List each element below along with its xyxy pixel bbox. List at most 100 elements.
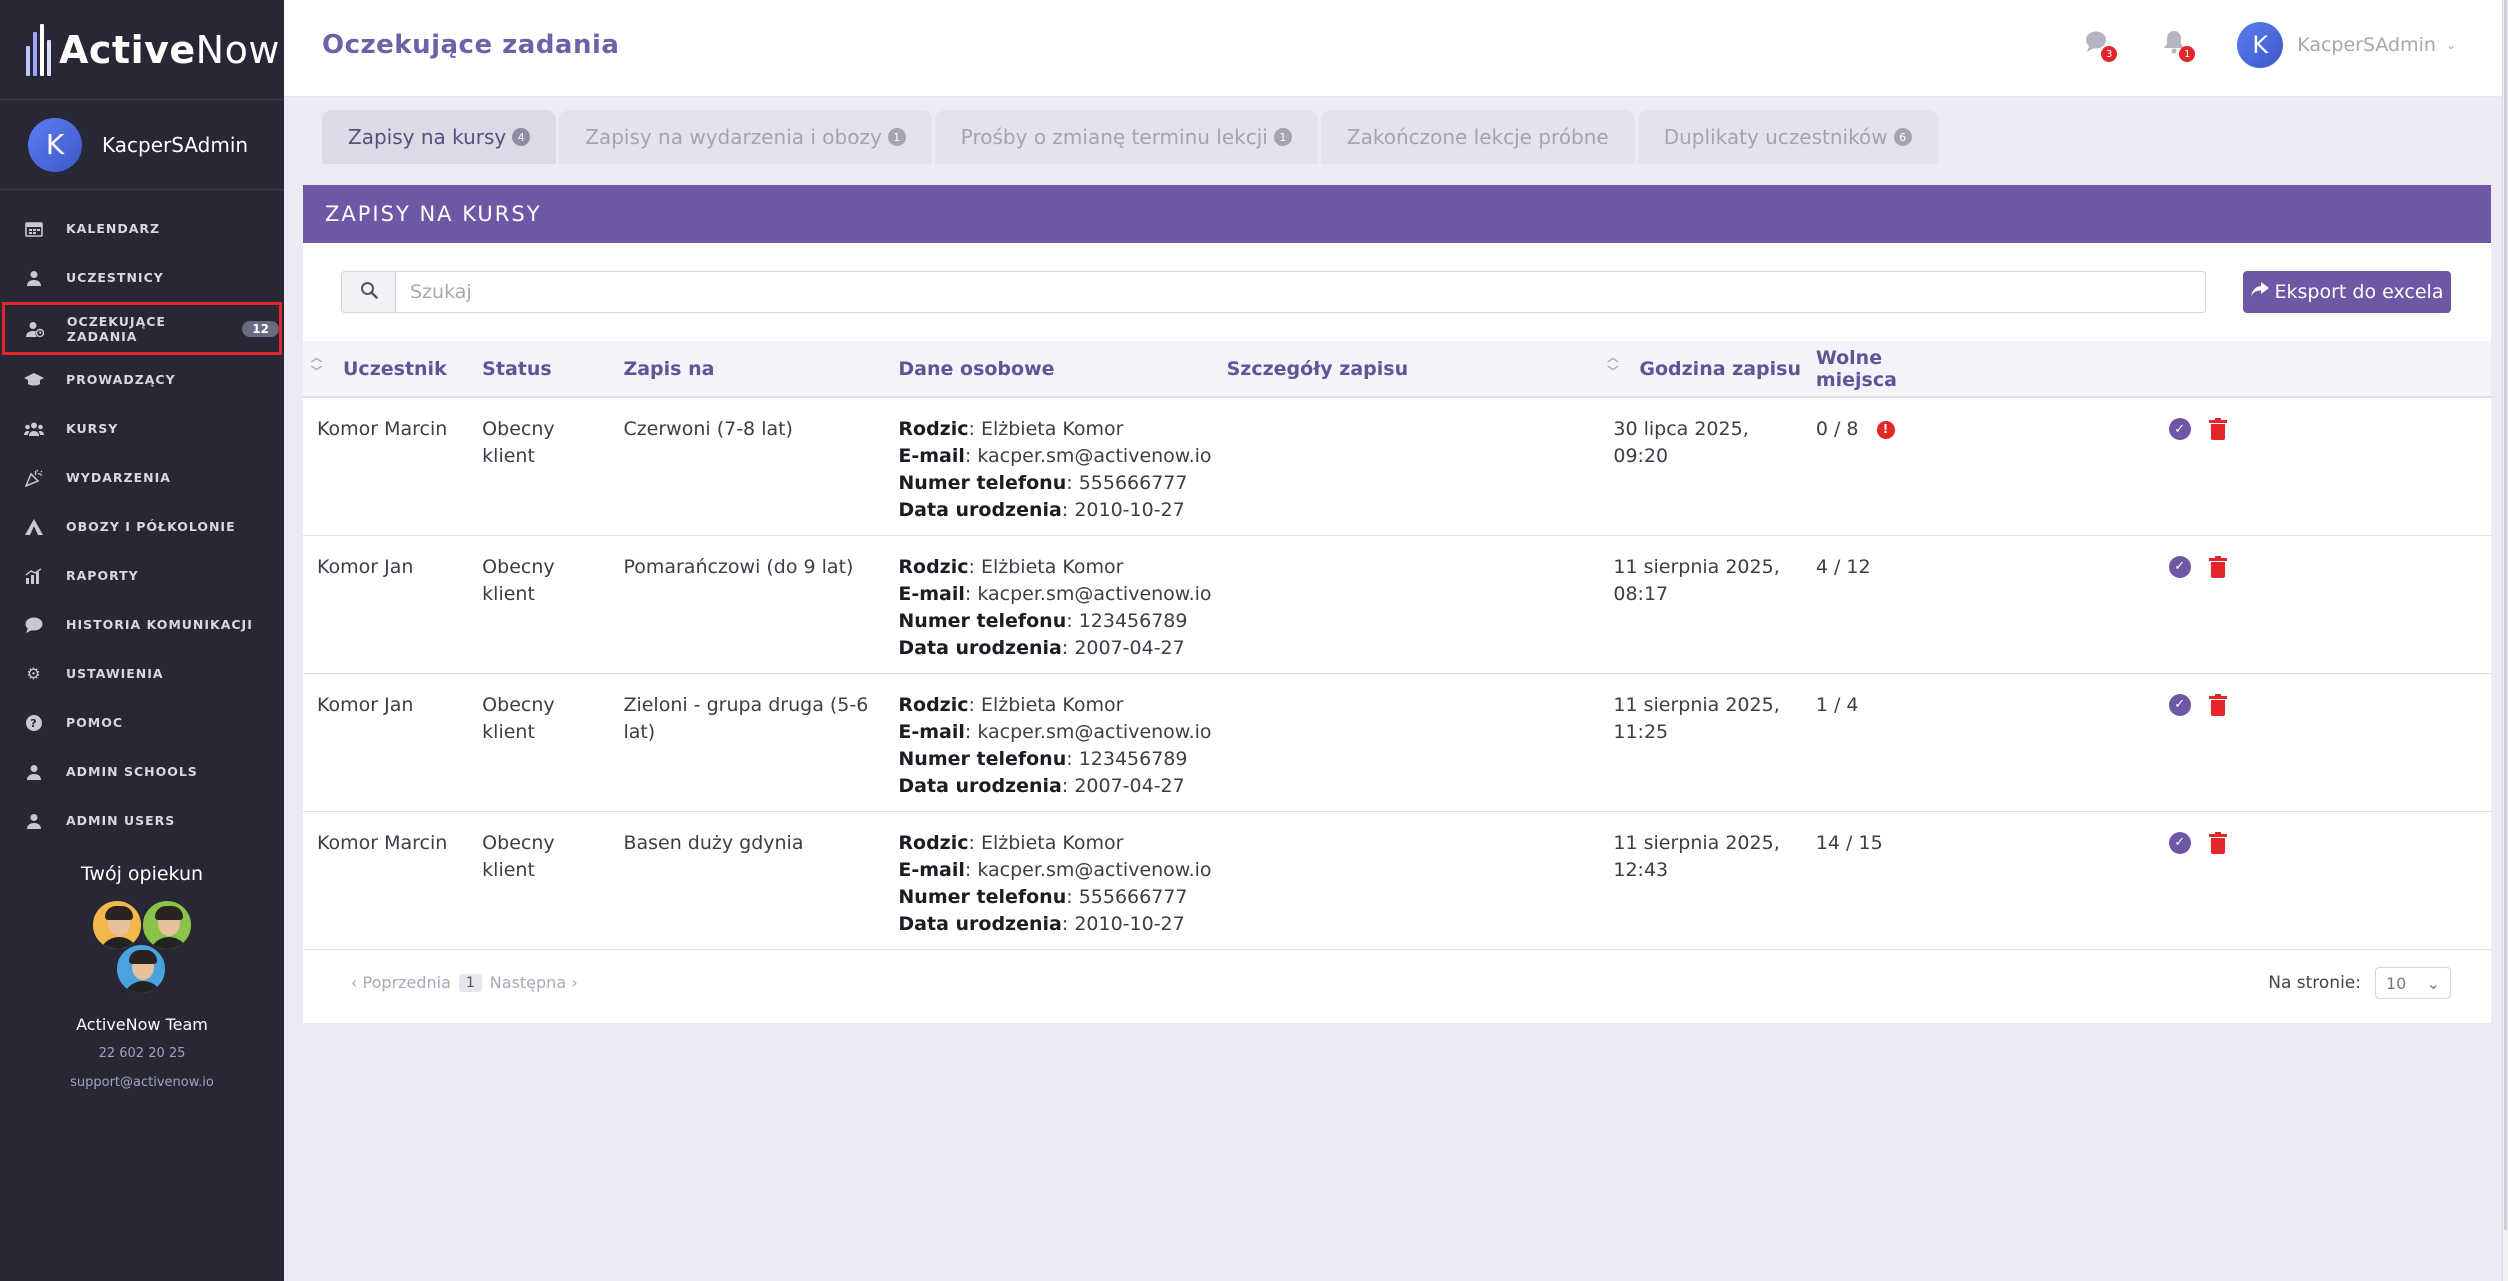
sidebar-item-label: ADMIN USERS [66, 813, 176, 828]
user-menu[interactable]: K KacperSAdmin ⌄ [2237, 22, 2456, 68]
approve-button[interactable]: ✓ [2168, 831, 2191, 854]
tab-zakonczone-lekcje-probne[interactable]: Zakończone lekcje próbne [1320, 110, 1635, 164]
column-header-wolne-miejsca: Wolne miejsca [1815, 346, 1897, 391]
delete-button[interactable] [2208, 693, 2227, 716]
per-page-select[interactable]: 10 ⌄ [2375, 967, 2451, 999]
share-icon [2250, 281, 2269, 303]
panel-title: ZAPISY NA KURSY [303, 185, 2491, 243]
notifications-button[interactable]: 1 [2159, 30, 2196, 62]
sidebar-item-wydarzenia[interactable]: WYDARZENIA [0, 453, 284, 502]
tab-label: Zapisy na kursy [348, 125, 507, 149]
sidebar-item-label: KURSY [66, 421, 119, 436]
free-spots-cell: 0 / 8! [1802, 397, 1961, 535]
search-bar [341, 271, 2206, 313]
sidebar-item-label: KALENDARZ [66, 221, 161, 236]
guardian-email[interactable]: support@activenow.io [0, 1075, 284, 1090]
tab-zapisy-na-kursy[interactable]: Zapisy na kursy 4 [322, 110, 557, 164]
actions-cell: ✓ [1961, 397, 2491, 535]
participant-cell[interactable]: Komor Jan [303, 535, 468, 673]
sidebar-nav: KALENDARZ UCZESTNICY OCZEKUJĄCE ZADANIA … [0, 190, 284, 845]
tab-label: Duplikaty uczestników [1663, 125, 1888, 149]
team-member-photo [115, 943, 167, 995]
search-input[interactable] [395, 271, 2206, 313]
tab-zapisy-na-wydarzenia[interactable]: Zapisy na wydarzenia i obozy 1 [559, 110, 932, 164]
user-icon [24, 269, 44, 287]
scrollbar-thumb[interactable] [2504, 0, 2507, 1230]
search-button[interactable] [341, 271, 395, 313]
details-cell [1213, 397, 1600, 535]
delete-button[interactable] [2208, 555, 2227, 578]
tab-count-badge: 1 [887, 128, 906, 146]
column-header-godzina-zapisu[interactable]: ︿ ﹀ Godzina zapisu [1599, 341, 1801, 397]
sidebar-item-admin-users[interactable]: ADMIN USERS [0, 796, 284, 845]
status-cell: Obecny klient [482, 693, 555, 743]
course-cell[interactable]: Czerwoni (7-8 lat) [609, 397, 884, 535]
page-title: Oczekujące zadania [322, 30, 620, 60]
actions-cell: ✓ [1961, 535, 2491, 673]
guardian-phone[interactable]: 22 602 20 25 [0, 1046, 284, 1061]
column-header-status: Status [482, 357, 552, 380]
participant-cell[interactable]: Komor Marcin [303, 397, 468, 535]
actions-cell: ✓ [1961, 673, 2491, 811]
course-cell[interactable]: Basen duży gdynia [609, 811, 884, 949]
tab-duplikaty-uczestnikow[interactable]: Duplikaty uczestników 6 [1637, 110, 1938, 164]
topbar: Oczekujące zadania 3 1 K KacperSAdmin ⌄ [284, 0, 2508, 97]
sidebar-item-pomoc[interactable]: ? POMOC [0, 698, 284, 747]
table-row: Komor Marcin Obecny klient Czerwoni (7-8… [303, 397, 2491, 535]
delete-button[interactable] [2208, 831, 2227, 854]
sidebar-item-historia-komunikacji[interactable]: HISTORIA KOMUNIKACJI [0, 600, 284, 649]
per-page-value: 10 [2386, 973, 2407, 993]
sidebar-item-label: RAPORTY [66, 568, 139, 583]
course-enrollments-panel: ZAPISY NA KURSY Eksport do excela ︿﹀Ucze… [303, 185, 2491, 1023]
guardian-card: Twój opiekun ActiveNow Team 22 602 20 25… [0, 845, 284, 1090]
graduation-cap-icon [24, 371, 44, 389]
sidebar-item-raporty[interactable]: RAPORTY [0, 551, 284, 600]
tab-count-badge: 6 [1893, 128, 1912, 146]
column-header-uczestnik[interactable]: ︿ ﹀ Uczestnik [303, 341, 468, 397]
tab-prosby-o-zmiane-terminu[interactable]: Prośby o zmianę terminu lekcji 1 [934, 110, 1318, 164]
actions-cell: ✓ [1961, 811, 2491, 949]
prev-page-link[interactable]: ‹ Poprzednia [351, 973, 451, 992]
logo[interactable]: ActiveNow [0, 0, 284, 100]
chart-icon [24, 567, 44, 585]
sidebar-item-label: POMOC [66, 715, 124, 730]
sidebar-item-kalendarz[interactable]: KALENDARZ [0, 204, 284, 253]
sidebar-item-kursy[interactable]: KURSY [0, 404, 284, 453]
export-excel-button[interactable]: Eksport do excela [2243, 271, 2451, 313]
page-number-current[interactable]: 1 [458, 973, 482, 992]
sidebar-user[interactable]: K KacperSAdmin [0, 100, 284, 190]
status-cell: Obecny klient [482, 418, 555, 467]
sidebar-user-name: KacperSAdmin [102, 132, 249, 157]
free-spots-cell: 4 / 12 [1815, 555, 1871, 578]
approve-button[interactable]: ✓ [2168, 555, 2191, 578]
participant-cell[interactable]: Komor Marcin [303, 811, 468, 949]
next-page-link[interactable]: Następna › [490, 973, 578, 992]
time-cell: 11 sierpnia 2025, 11:25 [1613, 693, 1780, 743]
users-icon [24, 420, 44, 438]
messages-button[interactable]: 3 [2081, 30, 2118, 62]
course-cell[interactable]: Pomarańczowi (do 9 lat) [609, 535, 884, 673]
sidebar-item-prowadzacy[interactable]: PROWADZĄCY [0, 355, 284, 404]
sidebar-item-obozy[interactable]: OBOZY I PÓŁKOLONIE [0, 502, 284, 551]
chat-icon [24, 616, 44, 634]
sidebar-item-label: ADMIN SCHOOLS [66, 764, 198, 779]
column-header-dane-osobowe: Dane osobowe [898, 357, 1055, 380]
course-cell[interactable]: Zieloni - grupa druga (5-6 lat) [609, 673, 884, 811]
sidebar-item-admin-schools[interactable]: ADMIN SCHOOLS [0, 747, 284, 796]
tab-count-badge: 1 [1273, 128, 1292, 146]
participant-cell[interactable]: Komor Jan [303, 673, 468, 811]
table-row: Komor Jan Obecny klient Zieloni - grupa … [303, 673, 2491, 811]
per-page-label: Na stronie: [2268, 973, 2361, 993]
column-header-actions [1961, 341, 2491, 397]
time-cell: 11 sierpnia 2025, 08:17 [1613, 555, 1780, 605]
delete-button[interactable] [2208, 418, 2227, 440]
column-header-szczegoly-zapisu: Szczegóły zapisu [1226, 357, 1409, 380]
sidebar-item-uczestnicy[interactable]: UCZESTNICY [0, 253, 284, 302]
sidebar-item-ustawienia[interactable]: ⚙ USTAWIENIA [0, 649, 284, 698]
sidebar-item-oczekujace-zadania[interactable]: OCZEKUJĄCE ZADANIA 12 [2, 302, 282, 355]
approve-button[interactable]: ✓ [2168, 693, 2191, 716]
gear-icon: ⚙ [26, 664, 42, 683]
approve-button[interactable]: ✓ [2168, 418, 2191, 440]
column-header-zapis-na: Zapis na [623, 357, 715, 380]
page-scrollbar[interactable] [2502, 0, 2508, 1281]
